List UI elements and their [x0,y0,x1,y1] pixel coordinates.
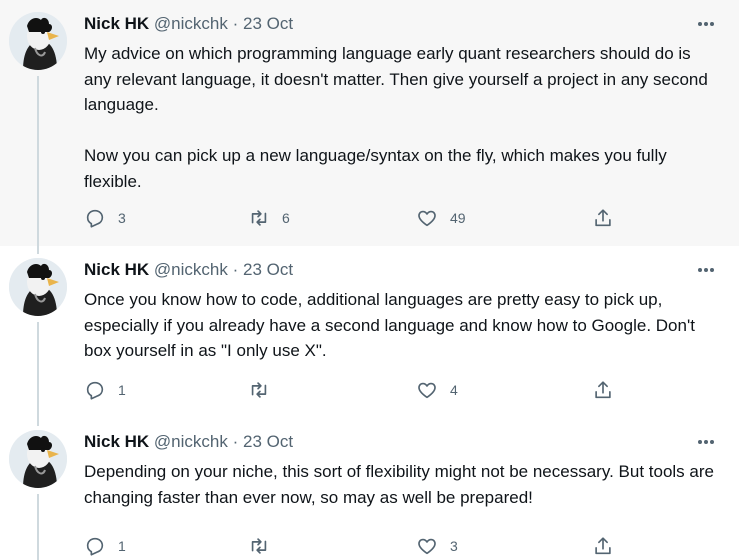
thread-line [37,76,39,246]
retweet-button[interactable]: 6 [248,206,290,230]
thread-line [37,322,39,418]
retweet-icon [251,382,267,398]
author-handle[interactable]: @nickchk [154,432,228,451]
avatar[interactable] [9,258,67,316]
tweet[interactable]: Nick HK @nickchk · 23 Oct Once you know … [0,246,739,418]
tweet-text: Depending on your niche, this sort of fl… [84,462,719,507]
author-name[interactable]: Nick HK [84,432,149,451]
timestamp[interactable]: 23 Oct [243,260,293,279]
share-icon [595,537,611,555]
author-name[interactable]: Nick HK [84,14,149,33]
reply-button[interactable]: 1 [84,534,126,558]
author-name[interactable]: Nick HK [84,260,149,279]
tweet[interactable]: Nick HK @nickchk · 23 Oct My advice on w… [0,0,739,246]
share-icon [595,209,611,227]
separator: · [232,432,239,451]
reply-icon [86,537,104,556]
reply-count: 1 [118,538,126,554]
share-button[interactable] [592,378,614,402]
more-icon[interactable] [695,260,717,280]
like-button[interactable]: 4 [416,378,458,402]
share-button[interactable] [592,534,614,558]
like-icon [418,210,436,227]
like-button[interactable]: 49 [416,206,466,230]
share-button[interactable] [592,206,614,230]
retweet-button[interactable] [248,534,282,558]
reply-button[interactable]: 3 [84,206,126,230]
like-button[interactable]: 3 [416,534,458,558]
action-bar: 3 6 49 [84,206,717,230]
retweet-icon [251,210,267,226]
tweet[interactable]: Nick HK @nickchk · 23 Oct Depending on y… [0,418,739,560]
separator: · [232,14,239,33]
like-count: 4 [450,382,458,398]
retweet-icon [251,538,267,554]
like-icon [418,538,436,555]
thread-line [37,246,39,254]
retweet-count: 6 [282,210,290,226]
tweet-header: Nick HK @nickchk · 23 Oct [84,432,717,452]
more-icon[interactable] [695,432,717,452]
reply-button[interactable]: 1 [84,378,126,402]
separator: · [232,260,239,279]
retweet-button[interactable] [248,378,282,402]
like-icon [418,382,436,399]
like-count: 49 [450,210,466,226]
thread-line [37,418,39,426]
tweet-header: Nick HK @nickchk · 23 Oct [84,260,717,280]
reply-count: 3 [118,210,126,226]
timestamp[interactable]: 23 Oct [243,432,293,451]
tweet-header: Nick HK @nickchk · 23 Oct [84,14,717,34]
like-count: 3 [450,538,458,554]
author-handle[interactable]: @nickchk [154,14,228,33]
share-icon [595,381,611,399]
thread-line [37,494,39,560]
reply-icon [86,381,104,400]
action-bar: 1 4 [84,378,717,402]
author-handle[interactable]: @nickchk [154,260,228,279]
timestamp[interactable]: 23 Oct [243,14,293,33]
reply-icon [86,209,104,228]
tweet-text: Once you know how to code, additional la… [84,290,700,360]
more-icon[interactable] [695,14,717,34]
tweet-text: My advice on which programming language … [84,44,708,191]
reply-count: 1 [118,382,126,398]
avatar[interactable] [9,430,67,488]
avatar[interactable] [9,12,67,70]
action-bar: 1 3 [84,534,717,558]
